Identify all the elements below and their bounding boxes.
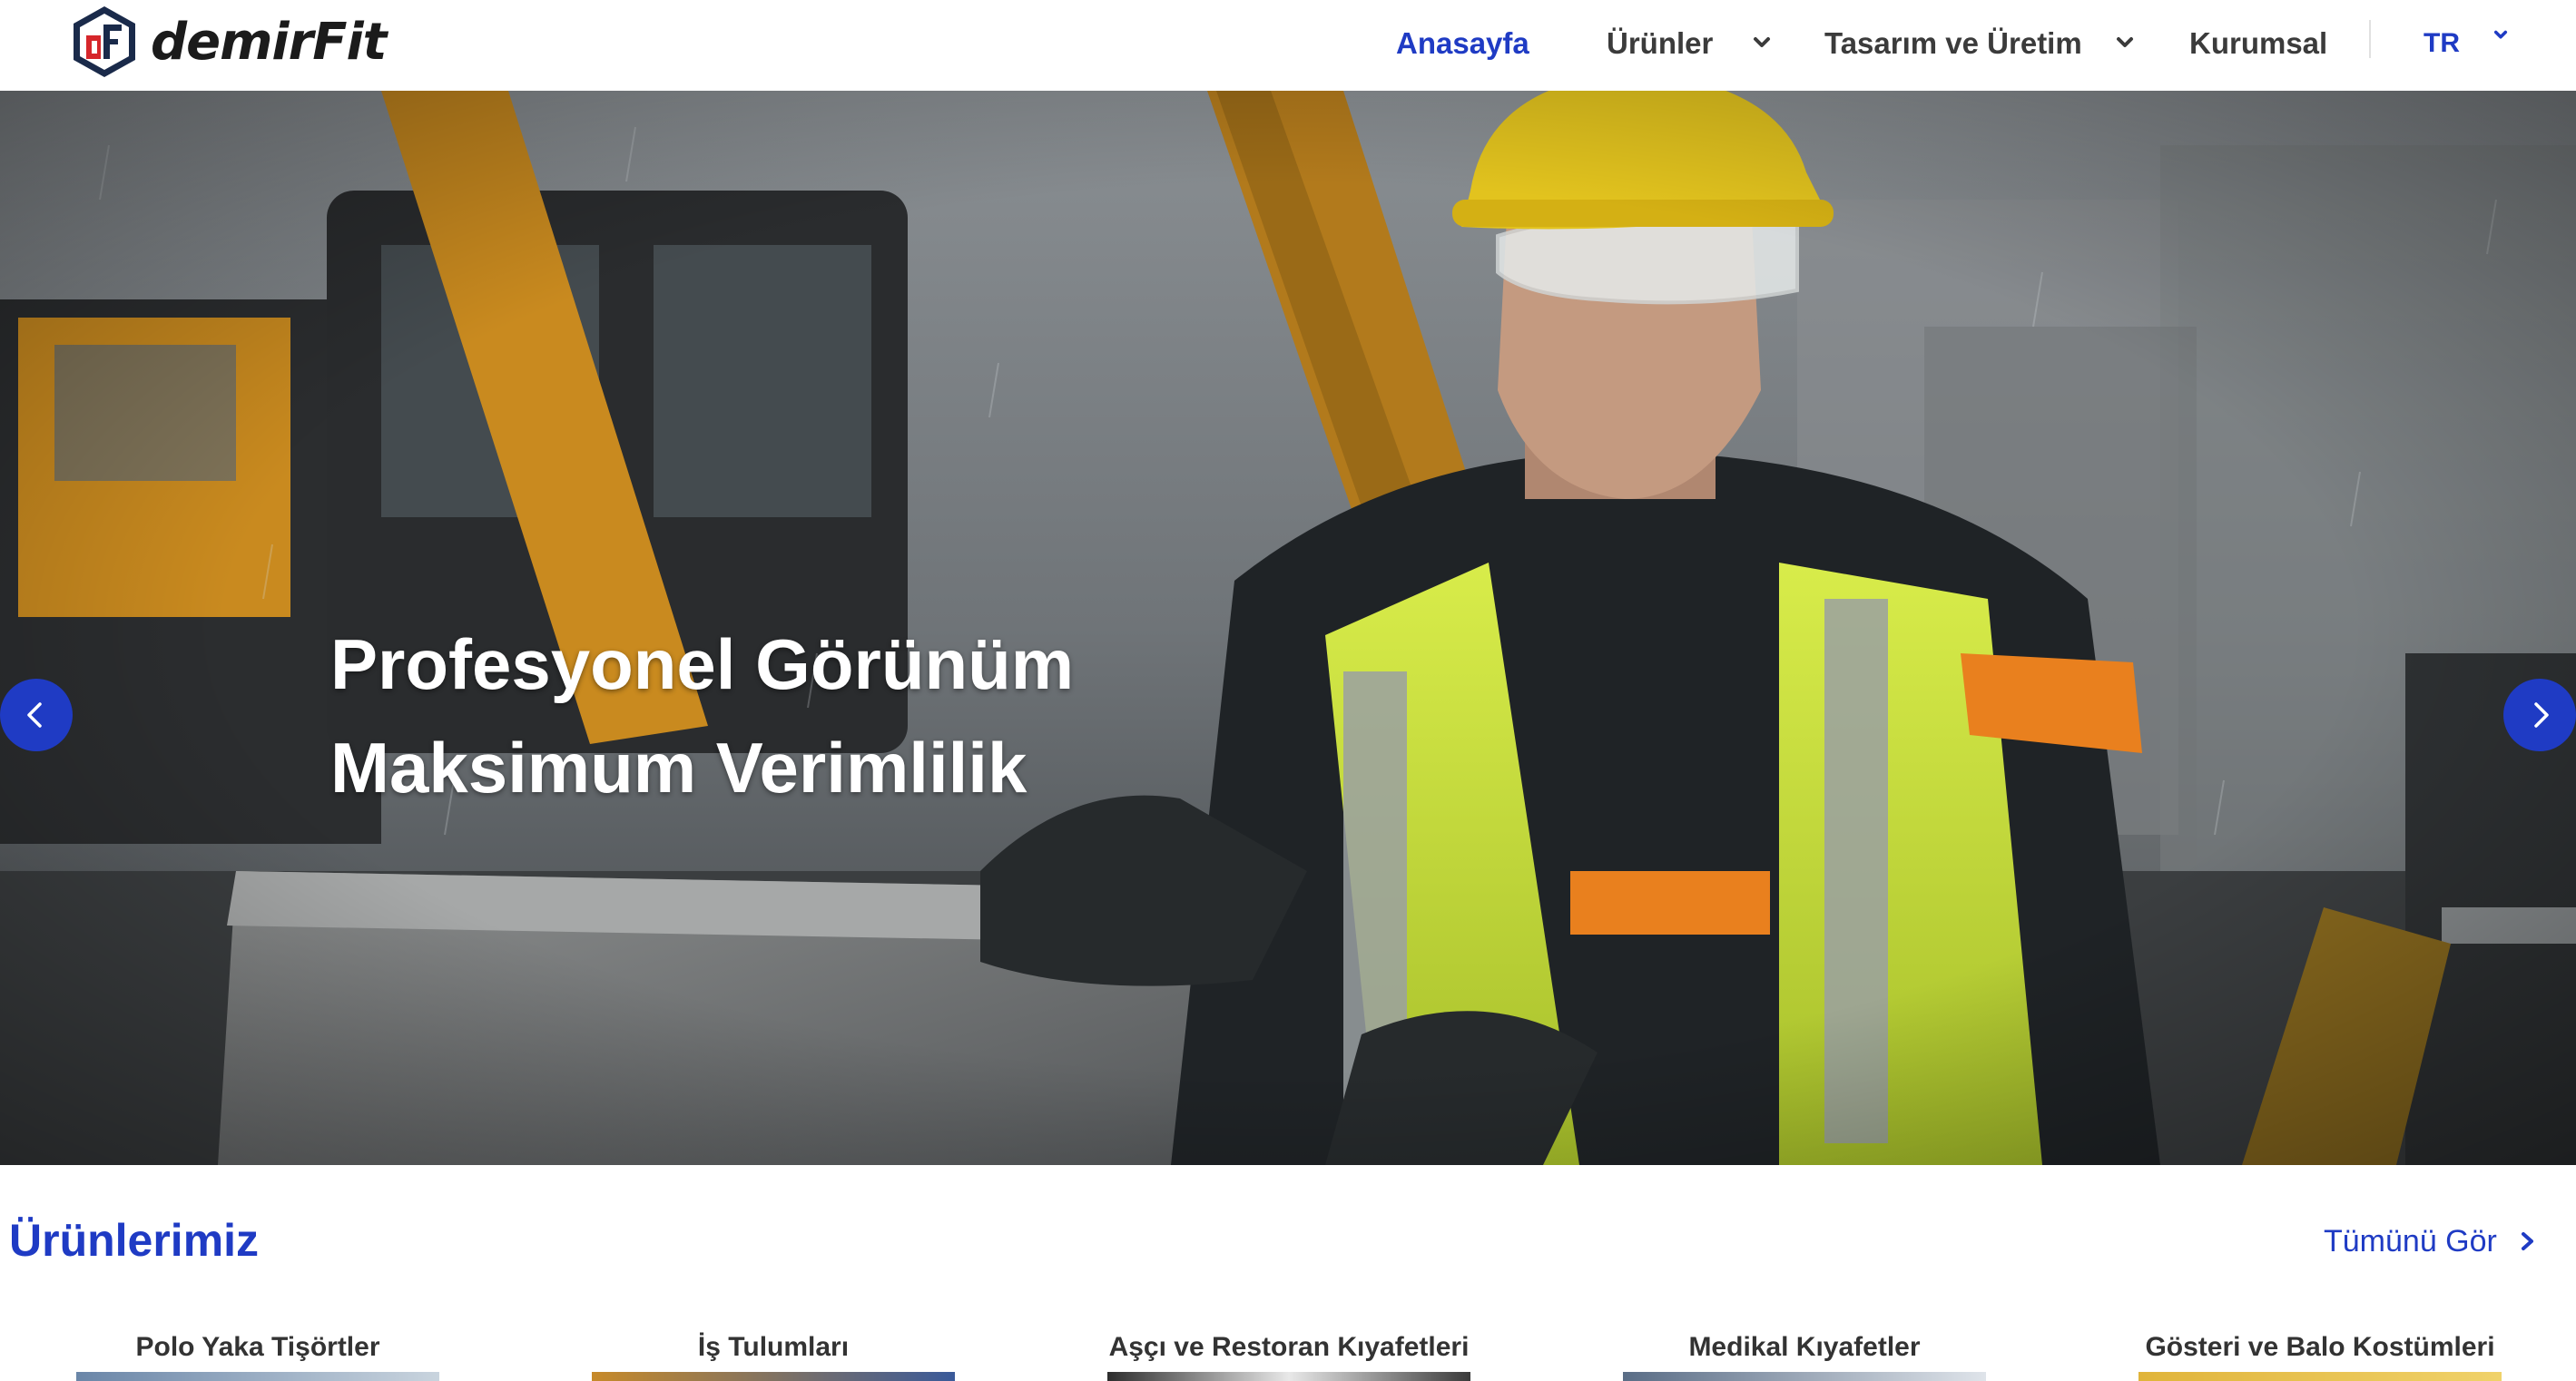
hero-headline: Profesyonel Görünüm Maksimum Verimlilik	[330, 612, 1074, 819]
brand-logo-mark	[74, 6, 135, 77]
product-card-label: İş Tulumları	[697, 1332, 850, 1362]
hero-slider: Profesyonel Görünüm Maksimum Verimlilik	[0, 91, 2576, 1165]
chevron-right-icon	[2534, 702, 2549, 728]
product-card-polo-yaka-tisortler[interactable]: Polo Yaka Tişörtler	[40, 1321, 476, 1381]
see-all-label: Tümünü Gör	[2324, 1223, 2497, 1259]
chevron-down-icon[interactable]	[2487, 22, 2514, 49]
hero-headline-line-1: Profesyonel Görünüm	[330, 624, 1075, 704]
product-card-image	[1107, 1372, 1470, 1381]
products-section-title: Ürünlerimiz	[9, 1215, 260, 1266]
product-card-label: Polo Yaka Tişörtler	[135, 1332, 380, 1362]
product-card-image	[1623, 1372, 1986, 1381]
product-card-gosteri-ve-balo-kostumleri[interactable]: Gösteri ve Balo Kostümleri	[2102, 1321, 2538, 1381]
slider-next-button[interactable]	[2503, 679, 2576, 751]
product-card-label: Aşçı ve Restoran Kıyafetleri	[1108, 1332, 1470, 1362]
nav-item-tasarim-ve-uretim[interactable]: Tasarım ve Üretim	[1824, 20, 2082, 67]
brand-name: demirFit	[151, 12, 387, 72]
product-card-label: Gösteri ve Balo Kostümleri	[2145, 1332, 2495, 1362]
nav-item-kurumsal[interactable]: Kurumsal	[2189, 20, 2327, 67]
chevron-left-icon	[27, 702, 42, 728]
slider-prev-button[interactable]	[0, 679, 73, 751]
nav-divider	[2369, 20, 2371, 58]
product-card-image	[2138, 1372, 2502, 1381]
product-card-asci-ve-restoran-kiyafetleri[interactable]: Aşçı ve Restoran Kıyafetleri	[1071, 1321, 1507, 1381]
product-card-label: Medikal Kıyafetler	[1688, 1332, 1921, 1362]
see-all-link[interactable]: Tümünü Gör	[2324, 1219, 2539, 1263]
product-card-medikal-kiyafetler[interactable]: Medikal Kıyafetler	[1587, 1321, 2022, 1381]
brand-logo[interactable]: demirFit	[71, 4, 387, 80]
product-card-image	[592, 1372, 955, 1381]
chevron-down-icon[interactable]	[1746, 27, 1777, 58]
hero-headline-line-2: Maksimum Verimlilik	[330, 728, 1027, 808]
nav-item-urunler[interactable]: Ürünler	[1607, 20, 1713, 67]
product-card-is-tulumlari[interactable]: İş Tulumları	[556, 1321, 991, 1381]
nav-item-anasayfa[interactable]: Anasayfa	[1396, 20, 1529, 67]
language-selector[interactable]: TR	[2424, 20, 2460, 67]
product-category-list: Polo Yaka Tişörtler İş Tulumları Aşçı ve…	[0, 1321, 2576, 1381]
chevron-down-icon[interactable]	[2109, 27, 2140, 58]
product-card-image	[76, 1372, 439, 1381]
site-header: demirFit Anasayfa Ürünler Tasarım ve Üre…	[0, 0, 2576, 91]
chevron-right-icon	[2521, 1232, 2533, 1250]
